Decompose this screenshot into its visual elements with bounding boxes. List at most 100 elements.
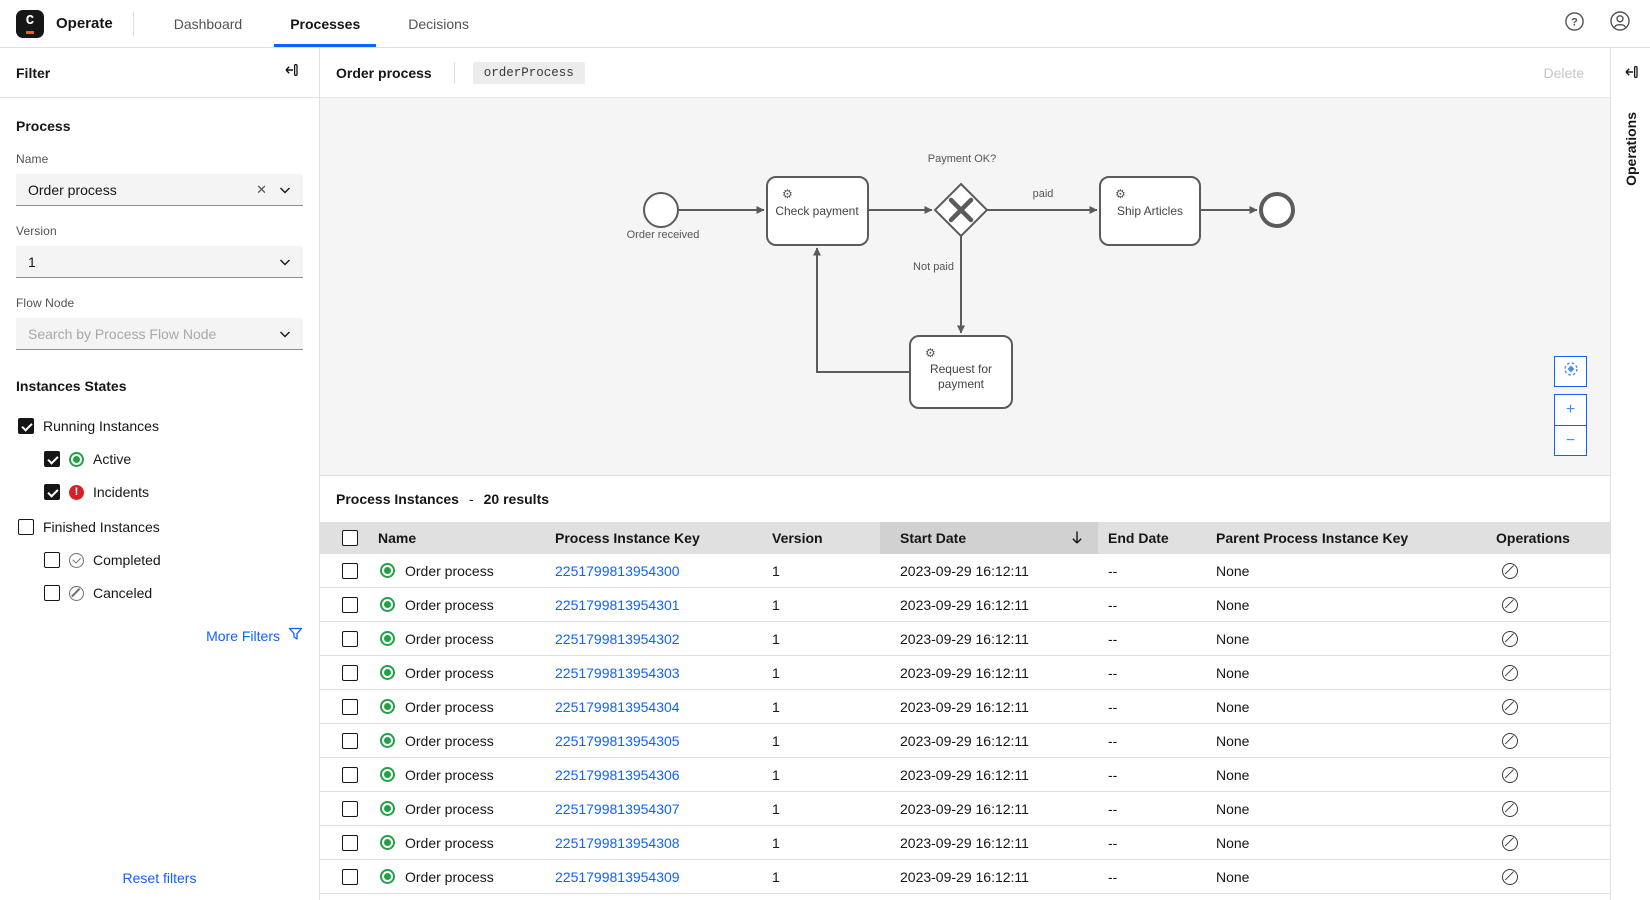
bpmn-diagram-canvas[interactable]: Order received ⚙ Check payment Payment O… bbox=[320, 98, 1610, 476]
instances-table-header: Name Process Instance Key Version Start … bbox=[320, 522, 1610, 554]
cancel-operation-icon[interactable] bbox=[1502, 732, 1518, 749]
active-state-icon bbox=[380, 563, 395, 578]
flow-label-paid: paid bbox=[1033, 188, 1054, 200]
column-header-key[interactable]: Process Instance Key bbox=[535, 530, 750, 546]
table-row: Order process 2251799813954306 1 2023-09… bbox=[320, 758, 1610, 792]
instance-version: 1 bbox=[772, 800, 780, 817]
process-instance-key-link[interactable]: 2251799813954300 bbox=[555, 563, 680, 579]
bpmn-task-ship-articles[interactable]: ⚙ Ship Articles bbox=[1099, 176, 1201, 246]
row-checkbox[interactable] bbox=[342, 800, 358, 817]
header-divider bbox=[453, 61, 455, 84]
instance-parent-key: None bbox=[1216, 562, 1250, 579]
reset-filters-button[interactable]: Reset filters bbox=[0, 870, 319, 886]
process-name-combobox[interactable]: Order process ✕ bbox=[16, 174, 303, 206]
process-instance-key-link[interactable]: 2251799813954308 bbox=[555, 835, 680, 851]
row-checkbox[interactable] bbox=[342, 834, 358, 851]
flow-label-not-paid: Not paid bbox=[913, 261, 954, 273]
plus-icon: + bbox=[1565, 401, 1576, 418]
delete-button[interactable]: Delete bbox=[1544, 65, 1584, 81]
active-state-icon bbox=[380, 869, 395, 884]
process-instance-key-link[interactable]: 2251799813954307 bbox=[555, 801, 680, 817]
tab-processes[interactable]: Processes bbox=[266, 0, 384, 47]
column-header-version[interactable]: Version bbox=[750, 530, 880, 546]
row-checkbox[interactable] bbox=[342, 698, 358, 715]
running-instances-checkbox[interactable] bbox=[18, 418, 34, 434]
instance-parent-key: None bbox=[1216, 834, 1250, 851]
canceled-label: Canceled bbox=[93, 585, 153, 601]
process-instance-key-link[interactable]: 2251799813954301 bbox=[555, 597, 680, 613]
bpmn-task-request-for-payment[interactable]: ⚙ Request for payment bbox=[909, 335, 1013, 409]
expand-operations-panel-button[interactable] bbox=[1619, 62, 1643, 86]
cancel-operation-icon[interactable] bbox=[1502, 664, 1518, 681]
cancel-operation-icon[interactable] bbox=[1502, 766, 1518, 783]
instance-start-date: 2023-09-29 16:12:11 bbox=[900, 868, 1029, 885]
bpmn-end-event[interactable] bbox=[1259, 192, 1295, 228]
tab-dashboard[interactable]: Dashboard bbox=[150, 0, 267, 47]
cancel-operation-icon[interactable] bbox=[1502, 596, 1518, 613]
row-checkbox[interactable] bbox=[342, 766, 358, 783]
flow-node-field-label: Flow Node bbox=[16, 296, 75, 310]
bpmn-start-event[interactable]: Order received bbox=[627, 192, 700, 241]
flow-node-placeholder: Search by Process Flow Node bbox=[28, 325, 217, 342]
tab-decisions[interactable]: Decisions bbox=[384, 0, 493, 47]
column-header-end-date[interactable]: End Date bbox=[1098, 530, 1208, 546]
row-checkbox[interactable] bbox=[342, 868, 358, 885]
row-checkbox[interactable] bbox=[342, 630, 358, 647]
instance-version: 1 bbox=[772, 732, 780, 749]
process-instance-key-link[interactable]: 2251799813954309 bbox=[555, 869, 680, 885]
cancel-operation-icon[interactable] bbox=[1502, 868, 1518, 885]
app-brand[interactable]: C Operate bbox=[0, 0, 133, 47]
completed-checkbox[interactable] bbox=[44, 552, 60, 568]
cancel-operation-icon[interactable] bbox=[1502, 562, 1518, 579]
instance-name: Order process bbox=[405, 868, 494, 885]
instance-name: Order process bbox=[405, 562, 494, 579]
diagram-zoom-in-button[interactable]: + bbox=[1554, 394, 1587, 425]
table-row: Order process 2251799813954308 1 2023-09… bbox=[320, 826, 1610, 860]
finished-instances-checkbox[interactable] bbox=[18, 519, 34, 535]
instance-end-date: -- bbox=[1108, 732, 1118, 749]
help-button[interactable]: ? bbox=[1558, 8, 1590, 40]
instance-name: Order process bbox=[405, 630, 494, 647]
row-checkbox[interactable] bbox=[342, 664, 358, 681]
cancel-operation-icon[interactable] bbox=[1502, 630, 1518, 647]
version-dropdown[interactable]: 1 bbox=[16, 246, 303, 278]
cancel-operation-icon[interactable] bbox=[1502, 800, 1518, 817]
cancel-operation-icon[interactable] bbox=[1502, 834, 1518, 851]
instance-end-date: -- bbox=[1108, 630, 1118, 647]
bpmn-task-check-payment[interactable]: ⚙ Check payment bbox=[766, 176, 869, 246]
row-checkbox[interactable] bbox=[342, 732, 358, 749]
operations-rail-label: Operations bbox=[1622, 112, 1639, 186]
active-checkbox[interactable] bbox=[44, 451, 60, 467]
user-menu-button[interactable] bbox=[1604, 8, 1636, 40]
table-row: Order process 2251799813954305 1 2023-09… bbox=[320, 724, 1610, 758]
nav-tabs: Dashboard Processes Decisions bbox=[150, 0, 493, 47]
clear-selection-icon[interactable]: ✕ bbox=[252, 182, 271, 198]
cancel-operation-icon[interactable] bbox=[1502, 698, 1518, 715]
incidents-checkbox[interactable] bbox=[44, 484, 60, 500]
bpmn-gateway-payment-ok[interactable]: Payment OK? bbox=[928, 153, 996, 238]
process-instance-key-link[interactable]: 2251799813954302 bbox=[555, 631, 680, 647]
canceled-checkbox[interactable] bbox=[44, 585, 60, 601]
collapse-filter-panel-button[interactable] bbox=[279, 61, 303, 85]
instance-parent-key: None bbox=[1216, 868, 1250, 885]
more-filters-button[interactable]: More Filters bbox=[16, 627, 303, 644]
instance-start-date: 2023-09-29 16:12:11 bbox=[900, 766, 1029, 783]
sort-descending-icon bbox=[1070, 530, 1084, 546]
row-checkbox[interactable] bbox=[342, 596, 358, 613]
service-task-gear-icon: ⚙ bbox=[1115, 187, 1126, 201]
flow-node-combobox[interactable]: Search by Process Flow Node bbox=[16, 318, 303, 350]
process-instance-key-link[interactable]: 2251799813954304 bbox=[555, 699, 680, 715]
instance-parent-key: None bbox=[1216, 630, 1250, 647]
column-header-start-date[interactable]: Start Date bbox=[880, 522, 1098, 554]
select-all-checkbox[interactable] bbox=[342, 530, 358, 546]
instances-title: Process Instances bbox=[336, 491, 459, 507]
process-instance-key-link[interactable]: 2251799813954305 bbox=[555, 733, 680, 749]
diagram-reset-view-button[interactable] bbox=[1554, 356, 1587, 387]
column-header-name[interactable]: Name bbox=[360, 530, 535, 546]
process-title: Order process bbox=[336, 64, 432, 81]
process-instance-key-link[interactable]: 2251799813954306 bbox=[555, 767, 680, 783]
column-header-parent-key[interactable]: Parent Process Instance Key bbox=[1208, 530, 1448, 546]
diagram-zoom-out-button[interactable]: − bbox=[1554, 425, 1587, 456]
process-instance-key-link[interactable]: 2251799813954303 bbox=[555, 665, 680, 681]
row-checkbox[interactable] bbox=[342, 562, 358, 579]
